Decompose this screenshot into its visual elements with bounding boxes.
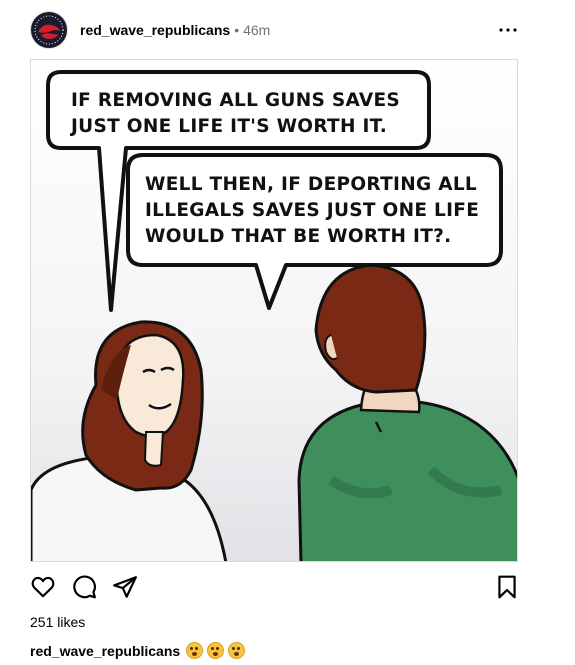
header-separator: • xyxy=(234,22,240,38)
bubble2-line2: ILLEGALS SAVES JUST ONE LIFE xyxy=(145,200,479,221)
post-timestamp[interactable]: 46m xyxy=(243,22,270,38)
flushed-face-emoji xyxy=(228,642,246,659)
post-header: red_wave_republicans • 46m xyxy=(30,8,520,52)
post-image[interactable]: IF REMOVING ALL GUNS SAVES JUST ONE LIFE… xyxy=(30,59,518,562)
caption-username[interactable]: red_wave_republicans xyxy=(30,643,180,659)
caption-emojis xyxy=(186,642,246,659)
likes-count[interactable]: 251 likes xyxy=(30,614,85,630)
flushed-face-emoji xyxy=(186,642,204,659)
post-caption: red_wave_republicans xyxy=(30,642,246,659)
heart-icon[interactable] xyxy=(30,574,56,600)
flushed-face-emoji xyxy=(207,642,225,659)
share-icon[interactable] xyxy=(112,574,138,600)
post-actions-bar xyxy=(30,574,520,602)
bubble2-line3: WOULD THAT BE WORTH IT?. xyxy=(145,226,452,247)
more-options-icon[interactable] xyxy=(496,18,520,42)
post-username[interactable]: red_wave_republicans xyxy=(80,22,230,38)
avatar[interactable] xyxy=(30,11,68,49)
bubble1-line2: JUST ONE LIFE IT'S WORTH IT. xyxy=(69,116,387,137)
comic-illustration: IF REMOVING ALL GUNS SAVES JUST ONE LIFE… xyxy=(31,60,517,561)
bookmark-icon[interactable] xyxy=(494,574,520,600)
avatar-logo-icon xyxy=(32,13,66,47)
comment-icon[interactable] xyxy=(71,574,97,600)
bubble2-line1: WELL THEN, IF DEPORTING ALL xyxy=(145,174,477,195)
bubble1-line1: IF REMOVING ALL GUNS SAVES xyxy=(71,90,400,111)
